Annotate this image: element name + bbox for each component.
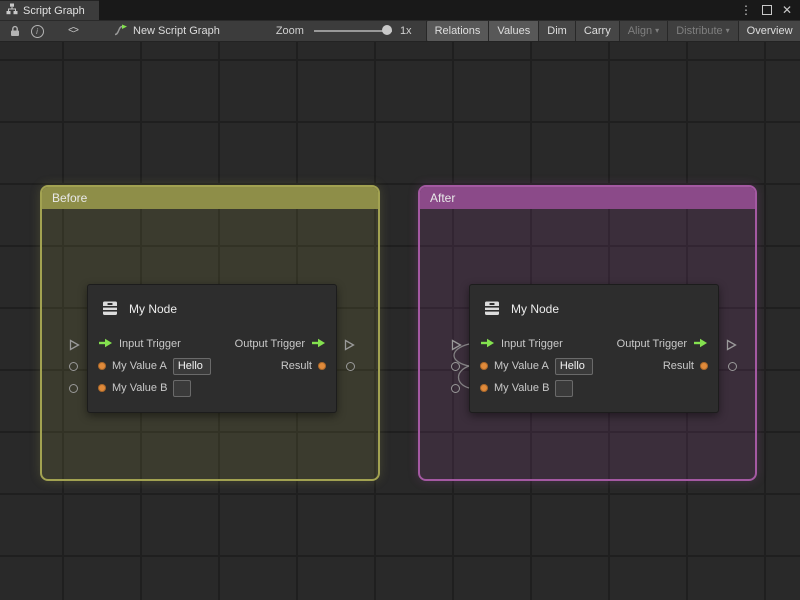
group-before-header[interactable]: Before (42, 187, 378, 209)
result-port-icon[interactable] (318, 362, 326, 370)
graph-asset-icon (114, 24, 128, 39)
node-title: My Node (511, 302, 559, 316)
result-label: Result (663, 360, 694, 372)
value-a-label: My Value A (494, 360, 549, 372)
input-trigger-port-icon[interactable] (480, 338, 495, 351)
zoom-slider-track (314, 30, 392, 32)
tab-title: Script Graph (23, 5, 85, 17)
graph-name-label: New Script Graph (133, 25, 220, 37)
close-icon[interactable]: ✕ (782, 4, 792, 16)
port-row-value-a: My Value A Hello Result (470, 355, 718, 377)
overview-button[interactable]: Overview (739, 20, 800, 42)
value-a-input[interactable]: Hello (173, 358, 211, 375)
node-header[interactable]: My Node (470, 285, 718, 333)
input-trigger-label: Input Trigger (501, 338, 563, 350)
script-graph-tab-icon (6, 3, 18, 18)
align-button: Align ▾ (620, 20, 668, 42)
unit-box-icon (100, 298, 120, 321)
distribute-button: Distribute ▾ (668, 20, 738, 42)
outer-value-a-port-icon[interactable] (69, 362, 78, 371)
relations-button[interactable]: Relations (426, 20, 490, 42)
outer-value-b-port-icon[interactable] (451, 384, 460, 393)
window-tab-bar: Script Graph ⋮ ✕ (0, 0, 800, 20)
output-trigger-label: Output Trigger (235, 338, 305, 350)
value-b-port-icon[interactable] (480, 384, 488, 392)
outer-result-port-icon[interactable] (728, 362, 737, 371)
outer-output-trigger-port-icon[interactable] (726, 338, 737, 356)
result-label: Result (281, 360, 312, 372)
group-before-title: Before (52, 191, 87, 205)
graph-toolbar: i <> New Script Graph Zoom 1x Relations … (0, 20, 800, 42)
chevron-down-icon: ▾ (726, 23, 730, 39)
value-b-port-icon[interactable] (98, 384, 106, 392)
outer-value-a-port-icon[interactable] (451, 362, 460, 371)
output-trigger-port-icon[interactable] (693, 338, 708, 351)
node-my-node-after[interactable]: My Node Input Trigger Output Trigger (469, 284, 719, 413)
carry-button[interactable]: Carry (576, 20, 620, 42)
tab-script-graph[interactable]: Script Graph (0, 0, 99, 20)
value-a-label: My Value A (112, 360, 167, 372)
outer-result-port-icon[interactable] (346, 362, 355, 371)
port-row-value-b: My Value B (88, 377, 336, 399)
outer-input-trigger-port-icon[interactable] (69, 338, 80, 356)
graph-breadcrumb[interactable]: New Script Graph (114, 24, 220, 39)
port-row-trigger: Input Trigger Output Trigger (470, 333, 718, 355)
port-row-trigger: Input Trigger Output Trigger (88, 333, 336, 355)
zoom-slider-thumb[interactable] (382, 25, 392, 35)
graph-canvas[interactable]: Before My Node (0, 42, 800, 600)
zoom-label: Zoom (276, 25, 304, 37)
value-a-port-icon[interactable] (98, 362, 106, 370)
maximize-icon[interactable] (762, 5, 772, 15)
edit-graph-icon[interactable]: <> (62, 21, 84, 41)
node-header[interactable]: My Node (88, 285, 336, 333)
zoom-value: 1x (400, 25, 412, 37)
menu-icon[interactable]: ⋮ (740, 4, 752, 16)
unit-box-icon (482, 298, 502, 321)
toolbar-button-group: Relations Values Dim Carry Align ▾ Distr… (426, 20, 800, 42)
input-trigger-label: Input Trigger (119, 338, 181, 350)
output-trigger-port-icon[interactable] (311, 338, 326, 351)
value-b-input[interactable] (555, 380, 573, 397)
info-icon[interactable]: i (26, 21, 48, 41)
value-a-port-icon[interactable] (480, 362, 488, 370)
input-trigger-port-icon[interactable] (98, 338, 113, 351)
value-b-input[interactable] (173, 380, 191, 397)
output-trigger-label: Output Trigger (617, 338, 687, 350)
node-title: My Node (129, 302, 177, 316)
port-row-value-b: My Value B (470, 377, 718, 399)
value-a-input[interactable]: Hello (555, 358, 593, 375)
group-before[interactable]: Before My Node (40, 185, 380, 481)
values-button[interactable]: Values (489, 20, 539, 42)
value-b-label: My Value B (112, 382, 167, 394)
port-row-value-a: My Value A Hello Result (88, 355, 336, 377)
outer-input-trigger-port-icon[interactable] (451, 338, 462, 356)
lock-icon[interactable] (4, 21, 26, 41)
zoom-slider[interactable] (314, 21, 392, 41)
outer-value-b-port-icon[interactable] (69, 384, 78, 393)
group-after-header[interactable]: After (420, 187, 755, 209)
dim-button[interactable]: Dim (539, 20, 576, 42)
window-controls: ⋮ ✕ (740, 0, 800, 20)
outer-output-trigger-port-icon[interactable] (344, 338, 355, 356)
group-after[interactable]: After My Node (418, 185, 757, 481)
result-port-icon[interactable] (700, 362, 708, 370)
value-b-label: My Value B (494, 382, 549, 394)
group-after-title: After (430, 191, 455, 205)
chevron-down-icon: ▾ (655, 23, 659, 39)
node-my-node-before[interactable]: My Node Input Trigger Output Trigger (87, 284, 337, 413)
